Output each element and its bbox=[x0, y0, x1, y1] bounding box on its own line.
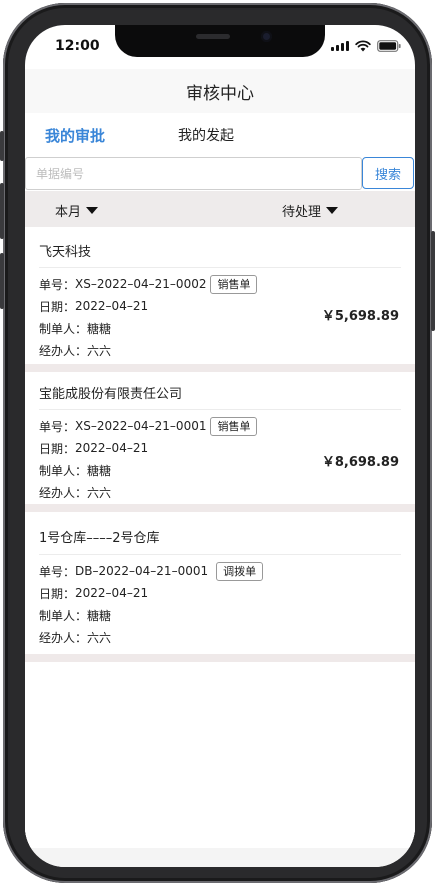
record-type-badge: 销售单 bbox=[210, 416, 258, 436]
phone-frame: 12:00 审核中心 我的审批 我的发起 单据编号 搜索 本月 待处理 飞天科技… bbox=[0, 3, 435, 883]
record-number-row: 单号： DB–2022–04–21–0001 调拨单 bbox=[39, 560, 415, 582]
record-handler: 六六 bbox=[87, 630, 112, 645]
record-type-badge: 销售单 bbox=[210, 274, 258, 294]
record-handler-row: 经办人： 六六 bbox=[39, 339, 415, 361]
status-filter-label: 待处理 bbox=[282, 205, 322, 220]
record-handler: 六六 bbox=[87, 485, 112, 500]
date-label: 日期： bbox=[39, 441, 76, 456]
record-maker: 糖糖 bbox=[87, 608, 112, 623]
record-handler: 六六 bbox=[87, 343, 112, 358]
record-type-badge: 调拨单 bbox=[216, 561, 264, 581]
system-icons bbox=[331, 40, 401, 52]
record-date: 2022–04–21 bbox=[75, 441, 149, 455]
record-list: 飞天科技 单号： XS–2022–04–21–0002 销售单 日期： 2022… bbox=[25, 227, 415, 848]
record-maker-row: 制单人： 糖糖 bbox=[39, 604, 415, 626]
volume-up-button bbox=[0, 183, 4, 239]
item-separator bbox=[25, 504, 415, 512]
record-body: 单号： DB–2022–04–21–0001 调拨单 日期： 2022–04–2… bbox=[25, 555, 415, 648]
search-bar: 搜索 bbox=[25, 156, 415, 191]
record-number-row: 单号： XS–2022–04–21–0002 销售单 bbox=[39, 273, 415, 295]
record-title: 飞天科技 bbox=[39, 245, 92, 260]
search-input[interactable] bbox=[25, 157, 362, 190]
phone-screen: 12:00 审核中心 我的审批 我的发起 单据编号 搜索 本月 待处理 飞天科技… bbox=[25, 25, 415, 867]
record-number-row: 单号： XS–2022–04–21–0001 销售单 bbox=[39, 415, 415, 437]
record-handler-row: 经办人： 六六 bbox=[39, 481, 415, 503]
date-label: 日期： bbox=[39, 586, 76, 601]
handler-label: 经办人： bbox=[39, 343, 88, 358]
search-button[interactable]: 搜索 bbox=[362, 157, 414, 189]
power-button bbox=[431, 231, 435, 331]
battery-icon bbox=[377, 40, 401, 52]
status-filter[interactable]: 待处理 bbox=[282, 201, 339, 220]
record-maker: 糖糖 bbox=[87, 321, 112, 336]
list-item[interactable]: 宝能成股份有限责任公司 单号： XS–2022–04–21–0001 销售单 日… bbox=[25, 372, 415, 512]
record-amount: ￥8,698.89 bbox=[321, 455, 399, 470]
cellular-signal-icon bbox=[331, 41, 349, 51]
volume-down-button bbox=[0, 253, 4, 309]
maker-label: 制单人： bbox=[39, 608, 88, 623]
status-time: 12:00 bbox=[55, 38, 100, 54]
notch bbox=[115, 25, 325, 57]
date-label: 日期： bbox=[39, 299, 76, 314]
filter-bar: 本月 待处理 bbox=[25, 191, 415, 227]
item-separator bbox=[25, 654, 415, 662]
tab-my-submissions[interactable]: 我的发起 bbox=[178, 125, 234, 145]
record-title: 宝能成股份有限责任公司 bbox=[39, 387, 183, 402]
list-empty-area bbox=[25, 662, 415, 848]
maker-label: 制单人： bbox=[39, 463, 88, 478]
nav-bar: 审核中心 bbox=[25, 69, 415, 113]
handler-label: 经办人： bbox=[39, 485, 88, 500]
number-label: 单号： bbox=[39, 419, 76, 434]
page-title: 审核中心 bbox=[186, 83, 254, 104]
maker-label: 制单人： bbox=[39, 321, 88, 336]
speaker bbox=[196, 34, 230, 39]
mute-switch bbox=[0, 131, 4, 161]
front-camera bbox=[261, 31, 272, 42]
record-number: DB–2022–04–21–0001 bbox=[75, 564, 209, 578]
period-filter-label: 本月 bbox=[55, 205, 82, 220]
caret-down-icon bbox=[326, 207, 339, 214]
number-label: 单号： bbox=[39, 564, 76, 579]
handler-label: 经办人： bbox=[39, 630, 88, 645]
record-date-row: 日期： 2022–04–21 bbox=[39, 582, 415, 604]
record-number: XS–2022–04–21–0002 bbox=[75, 277, 207, 291]
record-amount: ￥5,698.89 bbox=[321, 309, 399, 324]
record-body: 单号： XS–2022–04–21–0002 销售单 日期： 2022–04–2… bbox=[25, 268, 415, 361]
caret-down-icon bbox=[86, 207, 99, 214]
list-item[interactable]: 1号仓库––––2号仓库 单号： DB–2022–04–21–0001 调拨单 … bbox=[25, 512, 415, 662]
wifi-icon bbox=[355, 40, 371, 52]
record-handler-row: 经办人： 六六 bbox=[39, 626, 415, 648]
app-content: 审核中心 我的审批 我的发起 搜索 本月 待处理 bbox=[25, 69, 415, 867]
period-filter[interactable]: 本月 bbox=[55, 201, 99, 220]
record-date: 2022–04–21 bbox=[75, 299, 149, 313]
record-maker: 糖糖 bbox=[87, 463, 112, 478]
record-date: 2022–04–21 bbox=[75, 586, 149, 600]
tab-bar: 我的审批 我的发起 bbox=[25, 113, 415, 156]
record-body: 单号： XS–2022–04–21–0001 销售单 日期： 2022–04–2… bbox=[25, 410, 415, 503]
record-number: XS–2022–04–21–0001 bbox=[75, 419, 207, 433]
record-title: 1号仓库––––2号仓库 bbox=[39, 531, 160, 546]
item-separator bbox=[25, 364, 415, 372]
tab-my-approvals[interactable]: 我的审批 bbox=[45, 125, 105, 146]
number-label: 单号： bbox=[39, 277, 76, 292]
list-item[interactable]: 飞天科技 单号： XS–2022–04–21–0002 销售单 日期： 2022… bbox=[25, 227, 415, 372]
